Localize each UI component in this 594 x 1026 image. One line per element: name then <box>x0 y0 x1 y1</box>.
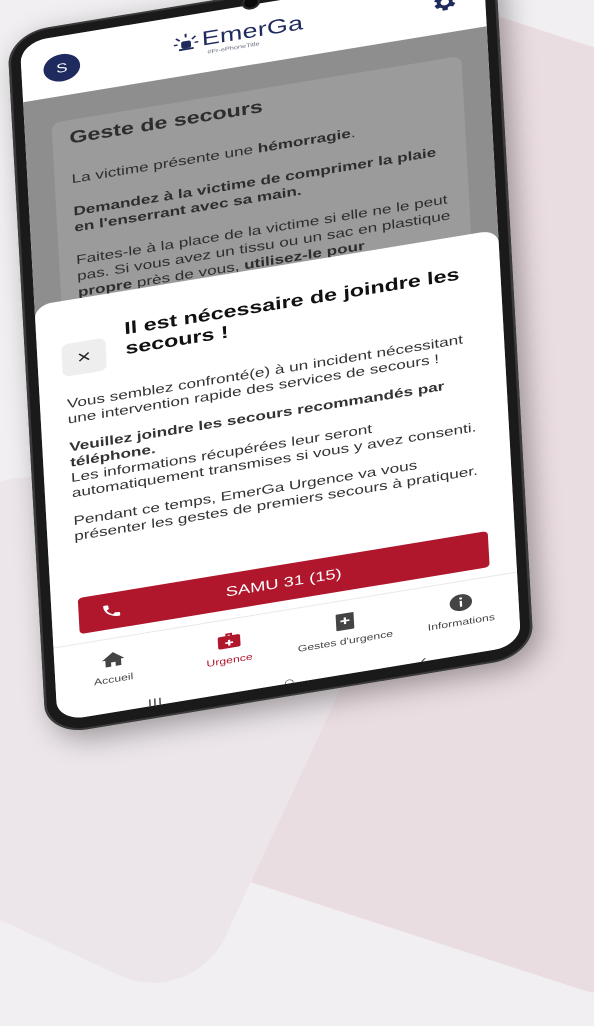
phone-body: S EmerGa #Fr-ePhoneTitle <box>7 0 534 736</box>
first-aid-kit-icon <box>214 629 242 653</box>
recent-apps-button[interactable]: ||| <box>130 692 180 718</box>
card-title: Geste de secours <box>69 98 263 149</box>
home-button[interactable]: ○ <box>264 670 314 696</box>
medical-book-icon <box>330 610 358 634</box>
gear-icon[interactable] <box>428 0 458 16</box>
info-icon <box>446 591 474 615</box>
modal-body: Vous semblez confronté(e) à un incident … <box>67 329 491 557</box>
home-icon <box>99 648 127 672</box>
phone-screen: S EmerGa #Fr-ePhoneTitle <box>20 0 521 721</box>
phone-mockup: S EmerGa #Fr-ePhoneTitle <box>7 0 534 736</box>
siren-icon <box>172 30 200 54</box>
avatar[interactable]: S <box>43 51 81 84</box>
back-button[interactable]: ‹ <box>399 648 449 674</box>
close-button[interactable]: × <box>61 338 107 378</box>
